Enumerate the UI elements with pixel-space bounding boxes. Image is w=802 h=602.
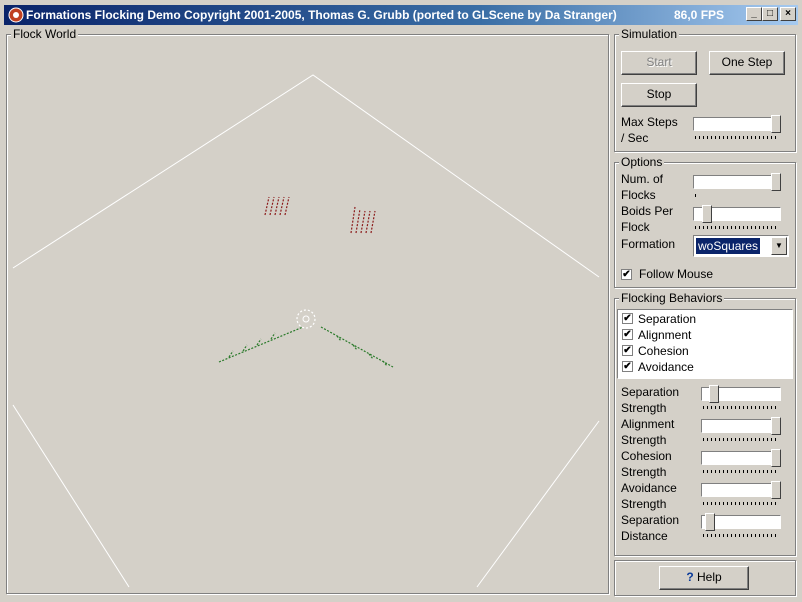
fps-readout: 86,0 FPS — [674, 8, 725, 22]
max-steps-label-line1: Max Steps — [621, 115, 678, 129]
num-flocks-label-line1: Num. of — [621, 172, 664, 186]
num-flocks-slider[interactable] — [693, 173, 781, 199]
separation-strength-slider[interactable] — [701, 385, 781, 411]
slider-thumb[interactable] — [702, 205, 712, 223]
slider-thumb[interactable] — [771, 449, 781, 467]
window-title: Formations Flocking Demo Copyright 2001-… — [26, 8, 617, 22]
flocking-behaviors-group: Flocking Behaviors ✔ Separation ✔ Alignm… — [614, 291, 796, 556]
slider-track — [693, 175, 781, 189]
options-group: Options Num. of Flocks Boids Per Flock F… — [614, 155, 796, 288]
avoidance-checkbox[interactable]: ✔ — [622, 361, 633, 372]
boundary-lower-left — [12, 404, 130, 588]
slider-thumb[interactable] — [771, 173, 781, 191]
formation-select[interactable]: woSquares ▼ — [693, 235, 789, 257]
help-label: Help — [697, 570, 722, 584]
alignment-strength-slider[interactable] — [701, 417, 781, 443]
follow-mouse-checkbox[interactable]: ✔ — [621, 269, 632, 280]
stop-button[interactable]: Stop — [621, 83, 697, 107]
avoidance-strength-label-line1: Avoidance — [621, 481, 677, 495]
slider-ticks — [695, 136, 779, 139]
one-step-button[interactable]: One Step — [709, 51, 785, 75]
follow-mouse-label[interactable]: Follow Mouse — [639, 267, 713, 282]
alignment-strength-label-line2: Strength — [621, 433, 667, 447]
alignment-strength-label-line1: Alignment — [621, 417, 675, 431]
title-bar[interactable]: Formations Flocking Demo Copyright 2001-… — [0, 0, 802, 28]
max-steps-slider[interactable] — [693, 115, 781, 141]
slider-thumb[interactable] — [705, 513, 715, 531]
flocking-behaviors-caption: Flocking Behaviors — [619, 291, 725, 305]
behavior-item-label: Cohesion — [638, 344, 689, 358]
separation-distance-label-line2: Distance — [621, 529, 668, 543]
max-steps-label-line2: / Sec — [621, 131, 649, 145]
start-button[interactable]: Start — [621, 51, 697, 75]
cohesion-strength-slider[interactable] — [701, 449, 781, 475]
red-flock — [264, 196, 376, 234]
slider-track — [693, 117, 781, 131]
behaviors-checklist[interactable]: ✔ Separation ✔ Alignment ✔ Cohesion ✔ Av… — [617, 309, 793, 379]
formation-label: Formation — [621, 237, 676, 251]
simulation-caption: Simulation — [619, 27, 680, 41]
flock-world-caption: Flock World — [11, 27, 79, 41]
cohesion-strength-label-line2: Strength — [621, 465, 667, 479]
separation-distance-slider[interactable] — [701, 513, 781, 539]
behavior-item-label: Avoidance — [638, 360, 694, 374]
slider-ticks — [703, 470, 779, 473]
separation-distance-label-line1: Separation — [621, 513, 680, 527]
slider-ticks — [703, 406, 779, 409]
maximize-button[interactable]: □ — [762, 7, 778, 21]
separation-checkbox[interactable]: ✔ — [622, 313, 633, 324]
slider-thumb[interactable] — [771, 115, 781, 133]
formation-select-value: woSquares — [696, 238, 761, 254]
slider-ticks — [703, 502, 779, 505]
behavior-item-label: Separation — [638, 312, 697, 326]
boids-per-flock-label-line1: Boids Per — [621, 204, 674, 218]
slider-track — [701, 483, 781, 497]
flock-world-canvas[interactable] — [7, 35, 608, 593]
separation-strength-label-line2: Strength — [621, 401, 667, 415]
slider-thumb[interactable] — [709, 385, 719, 403]
slider-ticks — [703, 534, 779, 537]
separation-strength-label-line1: Separation — [621, 385, 680, 399]
behavior-item-label: Alignment — [638, 328, 692, 342]
slider-track — [701, 451, 781, 465]
slider-track — [701, 419, 781, 433]
boids-per-flock-label-line2: Flock — [621, 220, 650, 234]
app-icon — [8, 7, 24, 23]
green-flock — [218, 326, 394, 368]
boundary-lower-right — [476, 420, 600, 588]
boundary-upper — [12, 74, 600, 278]
help-button[interactable]: ? Help — [659, 566, 749, 590]
boids-per-flock-slider[interactable] — [693, 205, 781, 231]
alignment-checkbox[interactable]: ✔ — [622, 329, 633, 340]
slider-ticks — [703, 438, 779, 441]
simulation-group: Simulation Start One Step Stop Max Steps… — [614, 27, 796, 152]
minimize-button[interactable]: _ — [746, 7, 762, 21]
title-bar-inner[interactable]: Formations Flocking Demo Copyright 2001-… — [4, 5, 798, 25]
mouse-target — [296, 309, 316, 329]
slider-thumb[interactable] — [771, 417, 781, 435]
cohesion-strength-label-line1: Cohesion — [621, 449, 672, 463]
slider-ticks — [695, 194, 699, 197]
help-icon: ? — [686, 570, 694, 584]
options-caption: Options — [619, 155, 665, 169]
help-panel: ? Help — [614, 560, 796, 596]
avoidance-strength-slider[interactable] — [701, 481, 781, 507]
close-button[interactable]: × — [780, 7, 796, 21]
num-flocks-label-line2: Flocks — [621, 188, 656, 202]
chevron-down-icon[interactable]: ▼ — [771, 237, 787, 255]
cohesion-checkbox[interactable]: ✔ — [622, 345, 633, 356]
avoidance-strength-label-line2: Strength — [621, 497, 667, 511]
flock-world-panel[interactable]: Flock World — [6, 27, 609, 594]
slider-thumb[interactable] — [771, 481, 781, 499]
slider-ticks — [695, 226, 779, 229]
